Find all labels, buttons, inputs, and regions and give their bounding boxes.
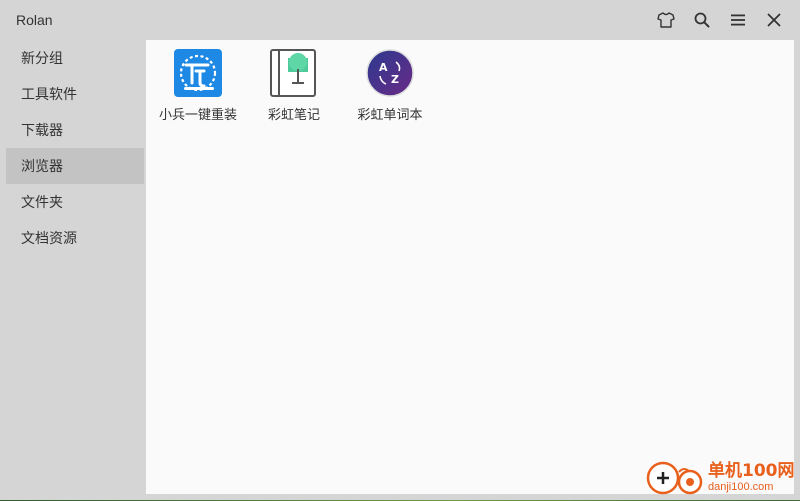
sidebar-item-new-group[interactable]: 新分组 bbox=[6, 40, 144, 76]
watermark-text: 单机100网 danji100.com bbox=[708, 463, 795, 493]
app-grid-panel: 小兵一键重装 彩虹笔记 A Z 彩虹单词本 bbox=[146, 40, 794, 494]
app-label: 彩虹笔记 bbox=[267, 107, 320, 122]
search-icon bbox=[694, 12, 710, 28]
title-bar[interactable]: Rolan bbox=[0, 0, 800, 40]
skin-button[interactable] bbox=[648, 4, 684, 36]
window-controls bbox=[648, 4, 792, 36]
app-item-rainbow-notes[interactable]: 彩虹笔记 bbox=[246, 48, 342, 123]
sidebar-item-folders[interactable]: 文件夹 bbox=[6, 184, 144, 220]
watermark-main-text: 单机100网 bbox=[708, 461, 795, 481]
svg-text:A: A bbox=[379, 61, 388, 74]
watermark-logo-icon bbox=[646, 460, 708, 496]
category-sidebar: 新分组 工具软件 下载器 浏览器 文件夹 文档资源 bbox=[6, 40, 144, 494]
app-label: 小兵一键重装 bbox=[158, 107, 237, 122]
sidebar-item-tools[interactable]: 工具软件 bbox=[6, 76, 144, 112]
window-title: Rolan bbox=[16, 12, 53, 28]
shirt-icon bbox=[657, 12, 675, 28]
xiaobing-reinstall-icon bbox=[173, 48, 223, 98]
svg-text:Z: Z bbox=[391, 73, 399, 86]
rainbow-vocabulary-icon: A Z bbox=[365, 48, 415, 98]
menu-button[interactable] bbox=[720, 4, 756, 36]
menu-icon bbox=[731, 14, 745, 26]
rainbow-notes-icon bbox=[269, 48, 319, 98]
close-icon bbox=[767, 13, 781, 27]
sidebar-item-documents[interactable]: 文档资源 bbox=[6, 220, 144, 256]
rolan-window: Rolan 新分组 工具软件 下载器 浏览器 文件夹 文档资源 小兵一键重装 彩… bbox=[0, 0, 800, 500]
close-button[interactable] bbox=[756, 4, 792, 36]
watermark-url: danji100.com bbox=[708, 481, 774, 493]
search-button[interactable] bbox=[684, 4, 720, 36]
app-item-xiaobing[interactable]: 小兵一键重装 bbox=[150, 48, 246, 123]
sidebar-item-downloaders[interactable]: 下载器 bbox=[6, 112, 144, 148]
app-label: 彩虹单词本 bbox=[357, 107, 423, 122]
sidebar-item-browsers[interactable]: 浏览器 bbox=[6, 148, 144, 184]
app-item-rainbow-vocabulary[interactable]: A Z 彩虹单词本 bbox=[342, 48, 438, 123]
app-list: 小兵一键重装 彩虹笔记 A Z 彩虹单词本 bbox=[146, 40, 794, 123]
watermark: 单机100网 danji100.com bbox=[646, 458, 796, 498]
